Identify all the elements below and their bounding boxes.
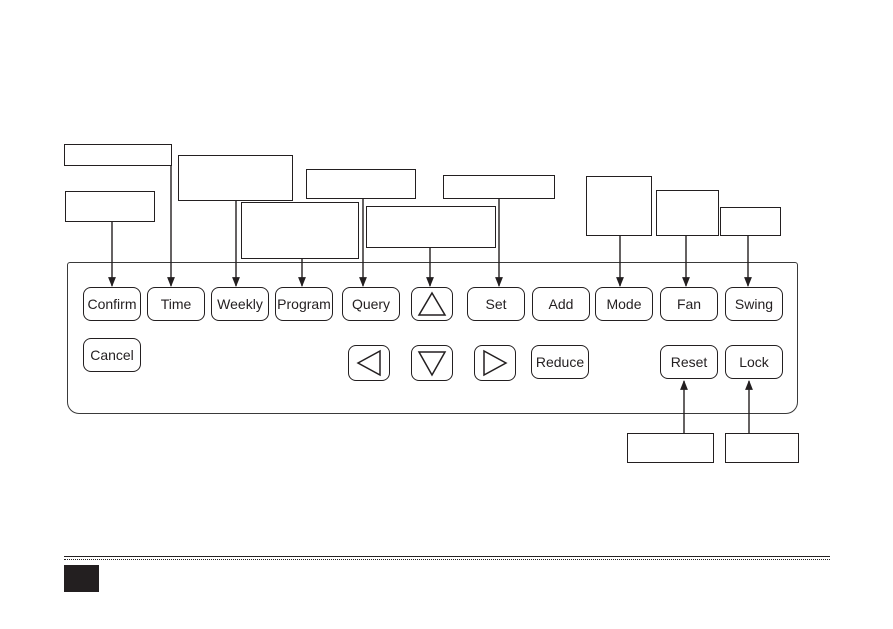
fan-callout-box [656, 190, 719, 236]
up-callout-box [366, 206, 496, 248]
program-callout-box [241, 202, 359, 259]
weekly-callout-box [178, 155, 293, 201]
query-label: Query [351, 296, 391, 312]
swing-button[interactable]: Swing [725, 287, 783, 321]
reset-button[interactable]: Reset [660, 345, 718, 379]
set-label: Set [485, 296, 507, 312]
triangle-down-icon [417, 351, 447, 377]
footer-dotted-rule [64, 559, 830, 560]
time-callout-box [64, 144, 172, 166]
mode-label: Mode [606, 296, 642, 312]
triangle-left-icon [356, 349, 381, 377]
down-button[interactable] [411, 345, 453, 381]
swing-callout-box [720, 207, 781, 236]
fan-button[interactable]: Fan [660, 287, 718, 321]
confirm-button[interactable]: Confirm [83, 287, 141, 321]
left-button[interactable] [348, 345, 390, 381]
time-button[interactable]: Time [147, 287, 205, 321]
triangle-up-icon [417, 291, 447, 316]
program-label: Program [277, 296, 331, 312]
cancel-label: Cancel [90, 347, 134, 363]
controller-panel [67, 262, 798, 414]
page-number-tab [64, 565, 99, 592]
footer-rule [64, 556, 830, 557]
reduce-button[interactable]: Reduce [531, 345, 589, 379]
weekly-label: Weekly [217, 296, 263, 312]
set-callout-box [443, 175, 555, 199]
up-button[interactable] [411, 287, 453, 321]
reduce-label: Reduce [535, 354, 585, 370]
query-button[interactable]: Query [342, 287, 400, 321]
reset-callout-box [627, 433, 714, 463]
add-label: Add [548, 296, 574, 312]
mode-button[interactable]: Mode [595, 287, 653, 321]
lock-callout-box [725, 433, 799, 463]
query-callout-box [306, 169, 416, 199]
mode-callout-box [586, 176, 652, 236]
time-label: Time [160, 296, 192, 312]
set-button[interactable]: Set [467, 287, 525, 321]
fan-label: Fan [676, 296, 702, 312]
confirm-callout-box [65, 191, 155, 222]
swing-label: Swing [734, 296, 774, 312]
confirm-label: Confirm [87, 296, 137, 312]
cancel-button[interactable]: Cancel [83, 338, 141, 372]
weekly-button[interactable]: Weekly [211, 287, 269, 321]
triangle-right-icon [483, 349, 508, 377]
program-button[interactable]: Program [275, 287, 333, 321]
lock-label: Lock [739, 354, 769, 370]
right-button[interactable] [474, 345, 516, 381]
reset-label: Reset [670, 354, 708, 370]
add-button[interactable]: Add [532, 287, 590, 321]
lock-button[interactable]: Lock [725, 345, 783, 379]
